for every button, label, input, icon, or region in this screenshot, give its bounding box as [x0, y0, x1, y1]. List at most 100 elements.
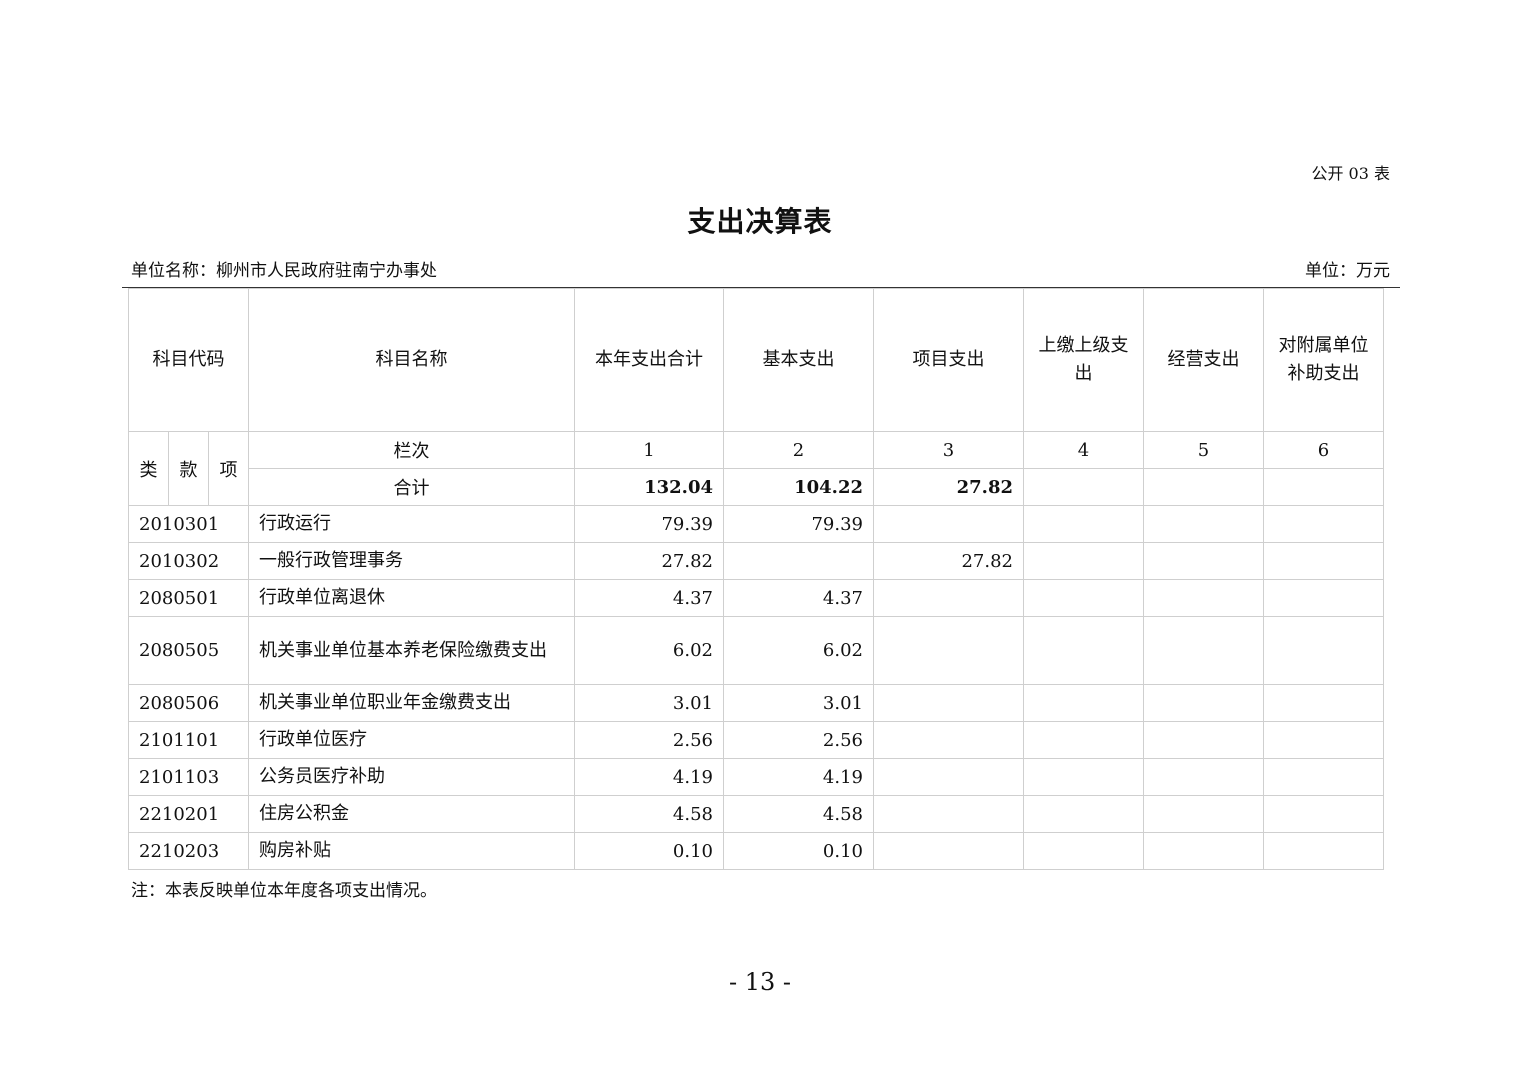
amount-cell	[1023, 579, 1144, 617]
amount-cell: 27.82	[873, 542, 1024, 580]
amount-cell	[1263, 721, 1384, 759]
table-row: 2210201 住房公积金 4.58 4.58	[128, 795, 1384, 833]
amount-cell	[1143, 795, 1264, 833]
subject-name: 行政单位离退休	[248, 579, 575, 617]
subject-code: 2080505	[128, 616, 249, 685]
unit-name-label: 单位名称：柳州市人民政府驻南宁办事处	[131, 261, 437, 281]
amount-cell: 79.39	[574, 505, 724, 543]
subject-name: 行政运行	[248, 505, 575, 543]
subject-name: 一般行政管理事务	[248, 542, 575, 580]
subject-code: 2101103	[128, 758, 249, 796]
header-basic: 基本支出	[723, 288, 874, 432]
amount-cell: 4.58	[574, 795, 724, 833]
amount-cell: 2.56	[723, 721, 874, 759]
amount-cell	[1143, 579, 1264, 617]
amount-cell: 4.37	[723, 579, 874, 617]
header-subsidy: 对附属单位补助支出	[1263, 288, 1384, 432]
subject-code: 2210203	[128, 832, 249, 870]
table-row: 2101101 行政单位医疗 2.56 2.56	[128, 721, 1384, 759]
amount-cell	[873, 684, 1024, 722]
amount-cell	[1263, 616, 1384, 685]
amount-cell: 4.37	[574, 579, 724, 617]
amount-cell	[1023, 616, 1144, 685]
amount-cell	[1263, 505, 1384, 543]
subject-code: 2101101	[128, 721, 249, 759]
page-number: - 13 -	[728, 968, 791, 996]
form-number: 公开 03 表	[1311, 164, 1390, 183]
subject-code: 2010302	[128, 542, 249, 580]
amount-cell	[1143, 505, 1264, 543]
amount-cell	[1023, 795, 1144, 833]
column-number: 5	[1143, 431, 1264, 469]
amount-cell	[1143, 758, 1264, 796]
total-label: 合计	[248, 468, 575, 506]
total-value	[1143, 468, 1264, 506]
header-code: 科目代码	[128, 288, 249, 432]
table-row: 2210203 购房补贴 0.10 0.10	[128, 832, 1384, 870]
column-number-row: 类 款 项 栏次 1 2 3 4 5 6	[128, 431, 1384, 506]
page-title: 支出决算表	[687, 205, 833, 238]
header-project: 项目支出	[873, 288, 1024, 432]
amount-cell: 4.58	[723, 795, 874, 833]
subject-name: 购房补贴	[248, 832, 575, 870]
amount-cell	[1143, 542, 1264, 580]
column-number: 1	[574, 431, 724, 469]
amount-cell: 27.82	[574, 542, 724, 580]
amount-cell	[873, 505, 1024, 543]
table-row: 2080505 机关事业单位基本养老保险缴费支出 6.02 6.02	[128, 616, 1384, 685]
column-number: 4	[1023, 431, 1144, 469]
header-total: 本年支出合计	[574, 288, 724, 432]
amount-cell	[1143, 721, 1264, 759]
total-value: 104.22	[723, 468, 874, 506]
column-number: 2	[723, 431, 874, 469]
column-number-label: 栏次	[248, 431, 575, 469]
amount-cell	[873, 616, 1024, 685]
subject-code: 2080506	[128, 684, 249, 722]
subject-code: 2080501	[128, 579, 249, 617]
subject-code: 2210201	[128, 795, 249, 833]
sub-header-kuan: 款	[168, 431, 209, 506]
amount-cell	[1263, 684, 1384, 722]
header-name: 科目名称	[248, 288, 575, 432]
amount-cell	[1023, 505, 1144, 543]
amount-cell	[1143, 616, 1264, 685]
header-row: 科目代码 科目名称 本年支出合计 基本支出 项目支出 上缴上级支出 经营支出 对…	[128, 288, 1384, 432]
amount-cell: 4.19	[723, 758, 874, 796]
amount-cell	[1143, 684, 1264, 722]
subject-code: 2010301	[128, 505, 249, 543]
amount-cell: 4.19	[574, 758, 724, 796]
amount-cell	[873, 758, 1024, 796]
amount-cell	[723, 542, 874, 580]
amount-cell	[1263, 832, 1384, 870]
subject-name: 住房公积金	[248, 795, 575, 833]
amount-cell: 6.02	[574, 616, 724, 685]
amount-cell: 0.10	[574, 832, 724, 870]
amount-cell	[1143, 832, 1264, 870]
total-value: 132.04	[574, 468, 724, 506]
amount-cell: 79.39	[723, 505, 874, 543]
total-value	[1023, 468, 1144, 506]
amount-cell	[873, 832, 1024, 870]
amount-cell	[1023, 721, 1144, 759]
amount-cell: 0.10	[723, 832, 874, 870]
amount-cell	[1263, 795, 1384, 833]
table-row: 2010301 行政运行 79.39 79.39	[128, 505, 1384, 543]
amount-cell	[1263, 758, 1384, 796]
table-row: 2080506 机关事业单位职业年金缴费支出 3.01 3.01	[128, 684, 1384, 722]
table-row: 2080501 行政单位离退休 4.37 4.37	[128, 579, 1384, 617]
subject-name: 机关事业单位基本养老保险缴费支出	[248, 616, 575, 685]
header-upper: 上缴上级支出	[1023, 288, 1144, 432]
total-row: 合计 132.04 104.22 27.82	[129, 468, 1384, 506]
sub-header-xiang: 项	[208, 431, 249, 506]
total-value	[1263, 468, 1384, 506]
amount-cell	[873, 795, 1024, 833]
amount-cell: 6.02	[723, 616, 874, 685]
amount-cell: 3.01	[574, 684, 724, 722]
amount-cell: 3.01	[723, 684, 874, 722]
subject-name: 机关事业单位职业年金缴费支出	[248, 684, 575, 722]
sub-header-lei: 类	[128, 431, 169, 506]
table-row: 2010302 一般行政管理事务 27.82 27.82	[128, 542, 1384, 580]
column-number: 3	[873, 431, 1024, 469]
amount-cell	[873, 579, 1024, 617]
subject-name: 行政单位医疗	[248, 721, 575, 759]
